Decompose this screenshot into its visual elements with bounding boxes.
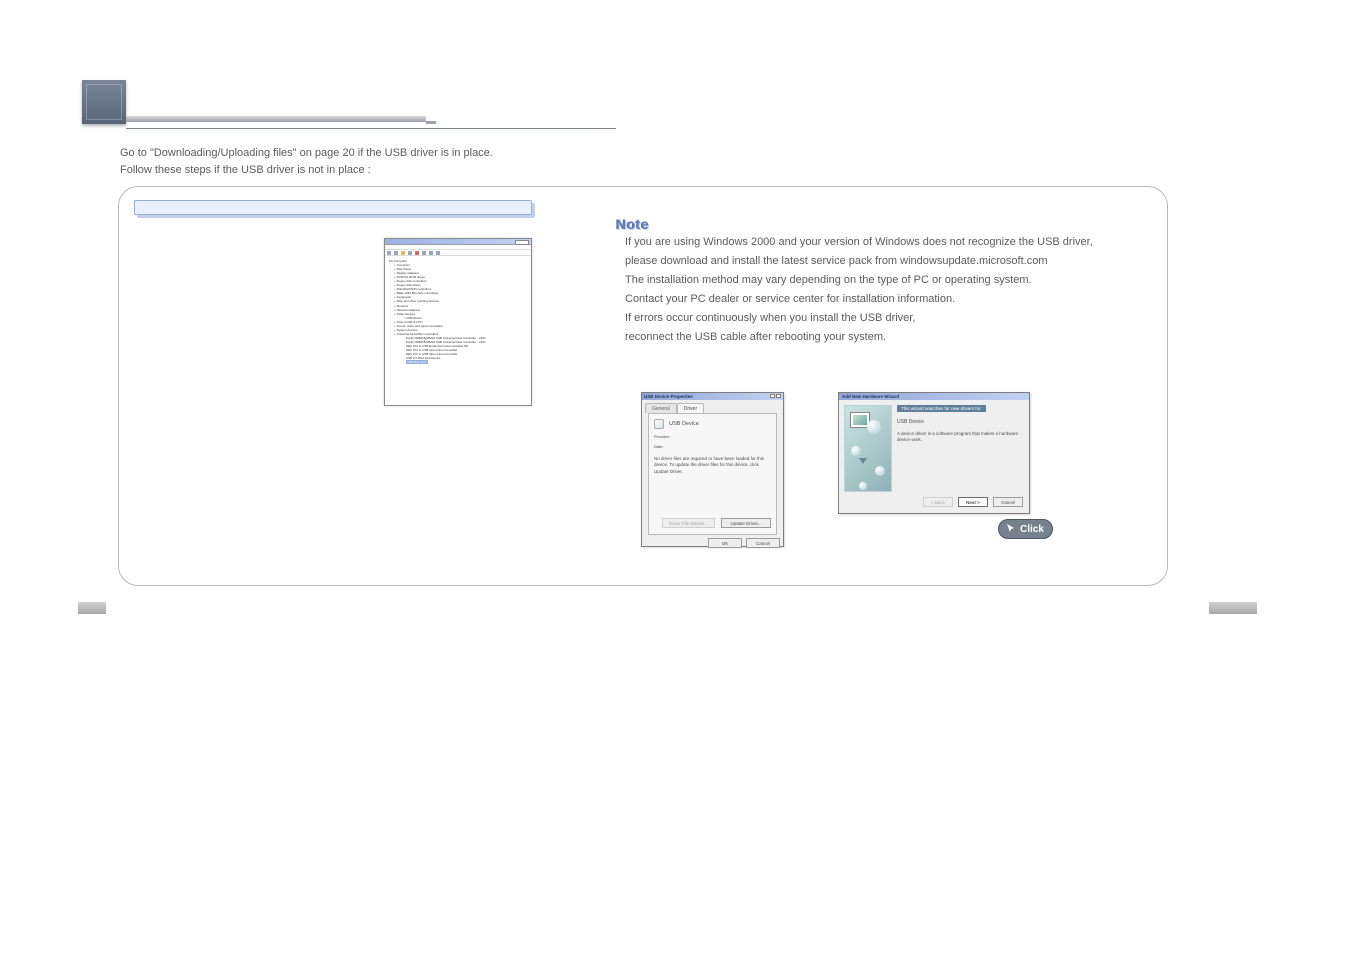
devmgr-tree: My Computer Computer Disk drives Display… (385, 256, 531, 367)
wizard-subtitle: This wizard searches for new drivers for… (897, 405, 986, 412)
wizard-next-button[interactable]: Next > (958, 497, 988, 507)
note-heading: Note (616, 216, 649, 232)
wizard-explain: A device driver is a software program th… (897, 431, 1024, 443)
note-body: If you are using Windows 2000 and your v… (625, 234, 1165, 348)
cancel-button[interactable]: Cancel (746, 538, 780, 548)
wizard-device: USB Device (897, 419, 1024, 425)
prop-device-name: USB Device (669, 421, 699, 427)
device-manager-screenshot: My Computer Computer Disk drives Display… (384, 238, 532, 406)
prop-driver-tab-body: USB Device Provider: Date: No driver fil… (648, 413, 777, 535)
click-callout: Click (998, 519, 1053, 539)
add-hardware-wizard-dialog: Add New Hardware Wizard This wizard sear… (838, 392, 1030, 514)
footer-tab-left (78, 602, 106, 614)
footer-tab-right (1209, 602, 1257, 614)
tab-general[interactable]: General (645, 403, 677, 413)
note-p1a: If you are using Windows 2000 and your v… (625, 234, 1165, 251)
devmgr-highlighted: USB Root Hub (404, 360, 527, 364)
prop-title: USB Device Properties (644, 394, 693, 399)
prop-provider-label: Provider: (654, 434, 771, 439)
note-p3a: If errors occur continuously when you in… (625, 310, 1165, 327)
wizard-cancel-button[interactable]: Cancel (993, 497, 1023, 507)
note-p1b: please download and install the latest s… (625, 253, 1165, 270)
window-buttons (769, 394, 781, 399)
prop-date-label: Date: (654, 444, 771, 449)
cursor-icon (1005, 523, 1017, 535)
wizard-back-button: < Back (923, 497, 953, 507)
header-decoration (78, 76, 543, 131)
note-p2b: Contact your PC dealer or service center… (625, 291, 1165, 308)
intro-text: Go to "Downloading/Uploading files" on p… (120, 145, 493, 179)
click-label: Click (1020, 524, 1044, 535)
update-driver-button[interactable]: Update Driver... (721, 518, 771, 528)
intro-line1: Go to "Downloading/Uploading files" on p… (120, 147, 493, 159)
usb-properties-dialog: USB Device Properties General Driver USB… (641, 392, 784, 547)
prop-titlebar: USB Device Properties (642, 393, 783, 400)
wizard-titlebar: Add New Hardware Wizard (839, 393, 1029, 400)
note-p2a: The installation method may vary dependi… (625, 272, 1165, 289)
note-p3b: reconnect the USB cable after rebooting … (625, 329, 1165, 346)
driver-details-button: Driver File Details... (662, 518, 715, 528)
intro-line2: Follow these steps if the USB driver is … (120, 164, 371, 176)
wizard-side-image (844, 405, 892, 492)
device-icon (654, 419, 664, 429)
panel-header-bar (134, 200, 532, 215)
tab-driver[interactable]: Driver (677, 403, 704, 413)
ok-button[interactable]: OK (708, 538, 742, 548)
devmgr-titlebar (385, 239, 531, 245)
prop-description: No driver files are required or have bee… (654, 456, 774, 475)
